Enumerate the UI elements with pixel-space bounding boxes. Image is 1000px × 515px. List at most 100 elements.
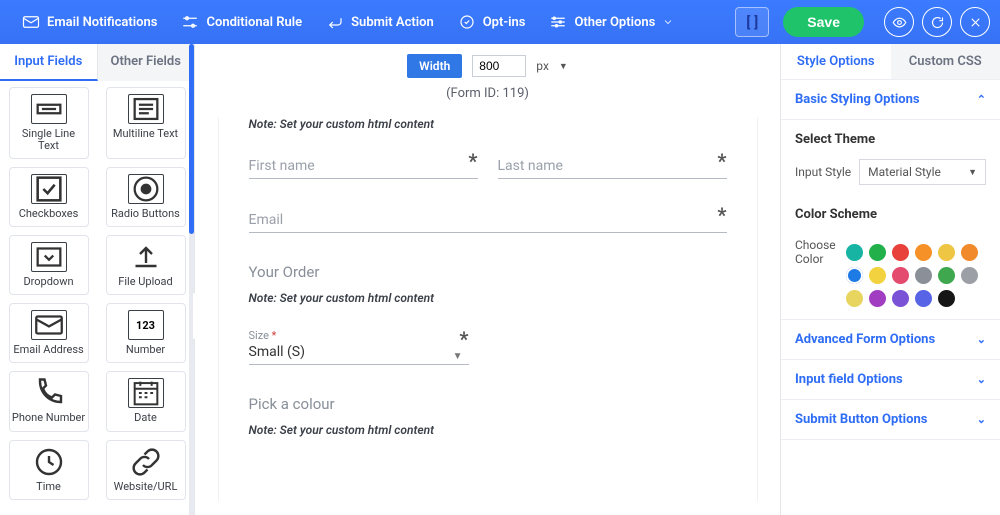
required-star: * bbox=[459, 327, 468, 351]
field-icon bbox=[128, 174, 164, 204]
color-swatch[interactable] bbox=[892, 290, 909, 307]
sliders-icon bbox=[181, 13, 199, 31]
color-swatch[interactable] bbox=[961, 267, 978, 284]
color-swatch[interactable] bbox=[869, 290, 886, 307]
field-card-radio-buttons[interactable]: Radio Buttons bbox=[106, 167, 186, 227]
field-card-number[interactable]: 123Number bbox=[106, 303, 186, 363]
input-style-label: Input Style bbox=[795, 165, 851, 179]
field-card-single-line-text[interactable]: Single Line Text bbox=[9, 87, 89, 159]
field-card-email-address[interactable]: Email Address bbox=[9, 303, 89, 363]
size-select[interactable]: * Size * Small (S) ▼ bbox=[249, 329, 469, 365]
color-swatch[interactable] bbox=[938, 290, 955, 307]
size-label: Size bbox=[249, 329, 269, 342]
input-field-options-header[interactable]: Input field Options ⌄ bbox=[781, 360, 1000, 400]
form-id-label: (Form ID: 119) bbox=[215, 86, 760, 101]
email-notifications-button[interactable]: Email Notifications bbox=[10, 13, 169, 31]
input-style-value: Material Style bbox=[868, 165, 941, 179]
reload-button[interactable] bbox=[922, 7, 952, 37]
required-star: * bbox=[717, 203, 726, 227]
input-field-options-label: Input field Options bbox=[795, 372, 903, 387]
close-button[interactable] bbox=[960, 7, 990, 37]
field-card-dropdown[interactable]: Dropdown bbox=[9, 235, 89, 295]
field-label: Number bbox=[126, 344, 165, 356]
width-unit-dropdown[interactable]: ▼ bbox=[559, 61, 568, 72]
color-swatch[interactable] bbox=[915, 244, 932, 261]
submit-button-options-label: Submit Button Options bbox=[795, 412, 927, 427]
basic-styling-label: Basic Styling Options bbox=[795, 92, 920, 107]
last-name-field[interactable]: Last name * bbox=[498, 155, 727, 179]
field-label: Email Address bbox=[13, 344, 83, 356]
badge-icon bbox=[458, 13, 476, 31]
width-input[interactable] bbox=[472, 55, 526, 77]
field-card-file-upload[interactable]: File Upload bbox=[106, 235, 186, 295]
field-label: Multiline Text bbox=[113, 128, 178, 140]
reload-icon bbox=[930, 15, 945, 30]
conditional-rule-button[interactable]: Conditional Rule bbox=[169, 13, 314, 31]
advanced-form-label: Advanced Form Options bbox=[795, 332, 935, 347]
tab-input-fields[interactable]: Input Fields bbox=[0, 44, 98, 81]
color-swatch[interactable] bbox=[846, 267, 863, 284]
eye-icon bbox=[892, 15, 907, 30]
chevron-down-icon: ⌄ bbox=[977, 413, 986, 426]
submit-button-options-header[interactable]: Submit Button Options ⌄ bbox=[781, 400, 1000, 440]
basic-styling-header[interactable]: Basic Styling Options ⌃ bbox=[781, 80, 1000, 120]
field-icon bbox=[128, 94, 164, 124]
field-card-phone-number[interactable]: Phone Number bbox=[9, 371, 89, 431]
color-swatch[interactable] bbox=[869, 267, 886, 284]
field-card-time[interactable]: Time bbox=[9, 440, 89, 500]
chevron-down-icon bbox=[662, 16, 674, 28]
other-options-button[interactable]: Other Options bbox=[537, 13, 686, 31]
size-value: Small (S) bbox=[249, 344, 469, 360]
colour-section-label: Pick a colour bbox=[249, 395, 727, 413]
select-theme-label: Select Theme bbox=[795, 132, 986, 147]
field-label: Time bbox=[36, 481, 61, 493]
submit-action-label: Submit Action bbox=[351, 15, 434, 30]
field-icon bbox=[31, 378, 67, 408]
first-name-field[interactable]: First name * bbox=[249, 155, 478, 179]
preview-button[interactable] bbox=[884, 7, 914, 37]
fields-scrollbar[interactable] bbox=[189, 44, 194, 515]
color-swatch[interactable] bbox=[892, 267, 909, 284]
mail-icon bbox=[22, 13, 40, 31]
color-swatch[interactable] bbox=[915, 290, 932, 307]
field-label: Website/URL bbox=[114, 481, 178, 493]
shortcode-button[interactable]: [ ] bbox=[735, 7, 769, 37]
chevron-down-icon: ⌄ bbox=[977, 333, 986, 346]
color-swatch[interactable] bbox=[938, 267, 955, 284]
chevron-down-icon: ⌄ bbox=[977, 373, 986, 386]
field-card-website-url[interactable]: Website/URL bbox=[106, 440, 186, 500]
field-icon bbox=[31, 94, 67, 124]
tab-custom-css[interactable]: Custom CSS bbox=[891, 44, 1000, 79]
color-swatch[interactable] bbox=[892, 244, 909, 261]
field-label: Radio Buttons bbox=[111, 208, 180, 220]
email-field[interactable]: Email * bbox=[249, 209, 727, 233]
field-icon bbox=[31, 242, 67, 272]
color-swatch[interactable] bbox=[961, 244, 978, 261]
color-swatch[interactable] bbox=[846, 244, 863, 261]
submit-action-button[interactable]: Submit Action bbox=[314, 13, 446, 31]
fields-panel: Input Fields Other Fields Single Line Te… bbox=[0, 44, 195, 515]
color-swatch[interactable] bbox=[915, 267, 932, 284]
color-swatch[interactable] bbox=[869, 244, 886, 261]
input-style-select[interactable]: Material Style ▼ bbox=[859, 159, 986, 185]
tab-other-fields[interactable]: Other Fields bbox=[98, 44, 195, 81]
field-card-multiline-text[interactable]: Multiline Text bbox=[106, 87, 186, 159]
field-card-checkboxes[interactable]: Checkboxes bbox=[9, 167, 89, 227]
top-toolbar: Email Notifications Conditional Rule Sub… bbox=[0, 0, 1000, 44]
field-label: Date bbox=[134, 412, 157, 424]
tab-style-options[interactable]: Style Options bbox=[781, 44, 891, 79]
field-label: File Upload bbox=[118, 276, 172, 288]
field-card-date[interactable]: Date bbox=[106, 371, 186, 431]
last-name-placeholder: Last name bbox=[498, 158, 563, 174]
email-notifications-label: Email Notifications bbox=[47, 15, 157, 30]
color-swatch[interactable] bbox=[938, 244, 955, 261]
width-unit: px bbox=[536, 59, 549, 73]
conditional-rule-label: Conditional Rule bbox=[206, 15, 302, 30]
optins-button[interactable]: Opt-ins bbox=[446, 13, 538, 31]
color-swatch[interactable] bbox=[846, 290, 863, 307]
first-name-placeholder: First name bbox=[249, 158, 315, 174]
form-canvas: Width px ▼ (Form ID: 119) Note: Set your… bbox=[195, 44, 780, 515]
field-icon bbox=[31, 310, 67, 340]
save-button[interactable]: Save bbox=[783, 7, 864, 37]
advanced-form-header[interactable]: Advanced Form Options ⌄ bbox=[781, 320, 1000, 360]
